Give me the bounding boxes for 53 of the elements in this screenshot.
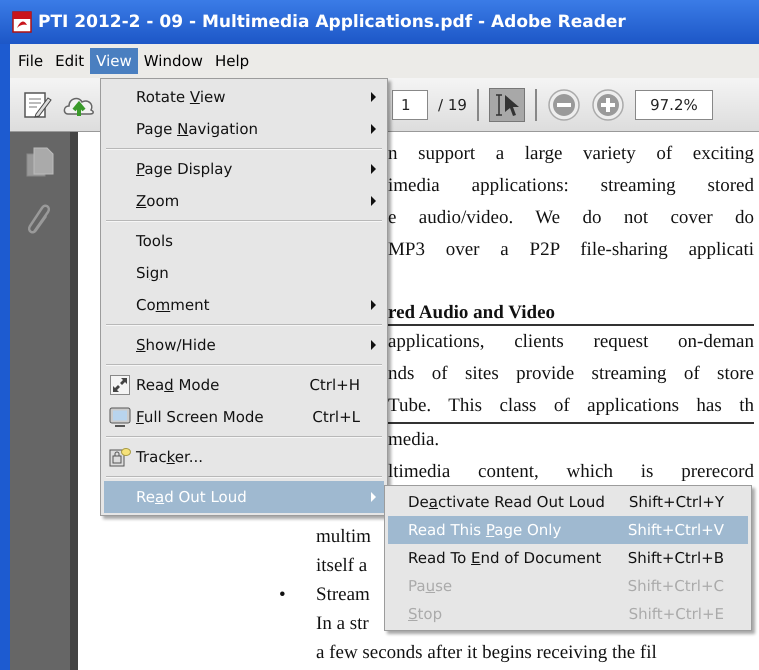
submenu-arrow-icon	[371, 492, 376, 502]
zoom-field[interactable]: 97.2%	[634, 90, 713, 120]
monitor-icon	[109, 407, 131, 427]
submenu-arrow-icon	[371, 92, 376, 102]
submenu-arrow-icon	[371, 164, 376, 174]
menu-item[interactable]: Read Mode Ctrl+H	[104, 369, 384, 401]
menu-item[interactable]: Tracker...	[104, 441, 384, 473]
menu-item[interactable]: Page Navigation	[104, 113, 384, 145]
window-title: PTI 2012-2 - 09 - Multimedia Applications.pdf - Adobe Reader	[38, 12, 626, 32]
document-text: Tube. This class of applications has th	[388, 394, 754, 418]
menu-item[interactable]: Tools	[104, 225, 384, 257]
menu-item[interactable]: Full Screen Mode Ctrl+L	[104, 401, 384, 433]
submenu-arrow-icon	[371, 196, 376, 206]
document-text: applications, clients request on-deman	[388, 330, 754, 354]
document-text: n support a large variety of exciting	[388, 142, 754, 166]
document-text: itself a	[316, 554, 368, 578]
expand-arrows-icon	[110, 375, 130, 395]
menu-item[interactable]: Help	[208, 48, 256, 74]
page-number-field[interactable]: 1	[392, 90, 428, 120]
document-text: media.	[388, 428, 440, 452]
menu-item[interactable]: Zoom	[104, 185, 384, 217]
menu-item[interactable]: Comment	[104, 289, 384, 321]
zoom-out-button[interactable]	[546, 88, 581, 122]
page-count: / 19	[438, 96, 467, 114]
document-text: Stream	[316, 583, 370, 607]
zoom-in-button[interactable]	[590, 88, 625, 122]
document-text: e audio/video. We do not cover do	[388, 206, 754, 230]
edit-document-icon[interactable]	[22, 90, 52, 120]
menu-item[interactable]: Window	[138, 48, 209, 74]
document-text: multim	[316, 525, 371, 549]
document-text: imedia applications: streaming stored	[388, 174, 754, 198]
menu-item[interactable]: Deactivate Read Out Loud Shift+Ctrl+Y	[388, 488, 748, 516]
menu-item[interactable]: Rotate View	[104, 81, 384, 113]
menu-item[interactable]: Page Display	[104, 153, 384, 185]
submenu-arrow-icon	[371, 124, 376, 134]
pdf-icon	[12, 11, 32, 33]
menu-item[interactable]: View	[90, 48, 138, 74]
select-tool-button[interactable]	[488, 88, 525, 122]
menu-item[interactable]: Show/Hide	[104, 329, 384, 361]
menu-item[interactable]: Edit	[49, 48, 90, 74]
document-text: nds of sites provide streaming of store	[388, 362, 754, 386]
bullet: •	[279, 583, 286, 607]
document-text: ltimedia content, which is prerecord	[388, 460, 754, 484]
menu-item[interactable]: Sign	[104, 257, 384, 289]
document-text: MP3 over a P2P file-sharing applicati	[388, 238, 754, 262]
section-heading: red Audio and Video	[388, 301, 556, 324]
document-text: a few seconds after it begins receiving the fil	[316, 641, 657, 665]
submenu-arrow-icon	[371, 340, 376, 350]
menu-item[interactable]: Read To End of Document Shift+Ctrl+B	[388, 544, 748, 572]
tracker-icon	[109, 447, 131, 467]
document-text: In a str	[316, 612, 369, 636]
submenu-arrow-icon	[371, 300, 376, 310]
menu-item[interactable]: File	[12, 48, 50, 74]
